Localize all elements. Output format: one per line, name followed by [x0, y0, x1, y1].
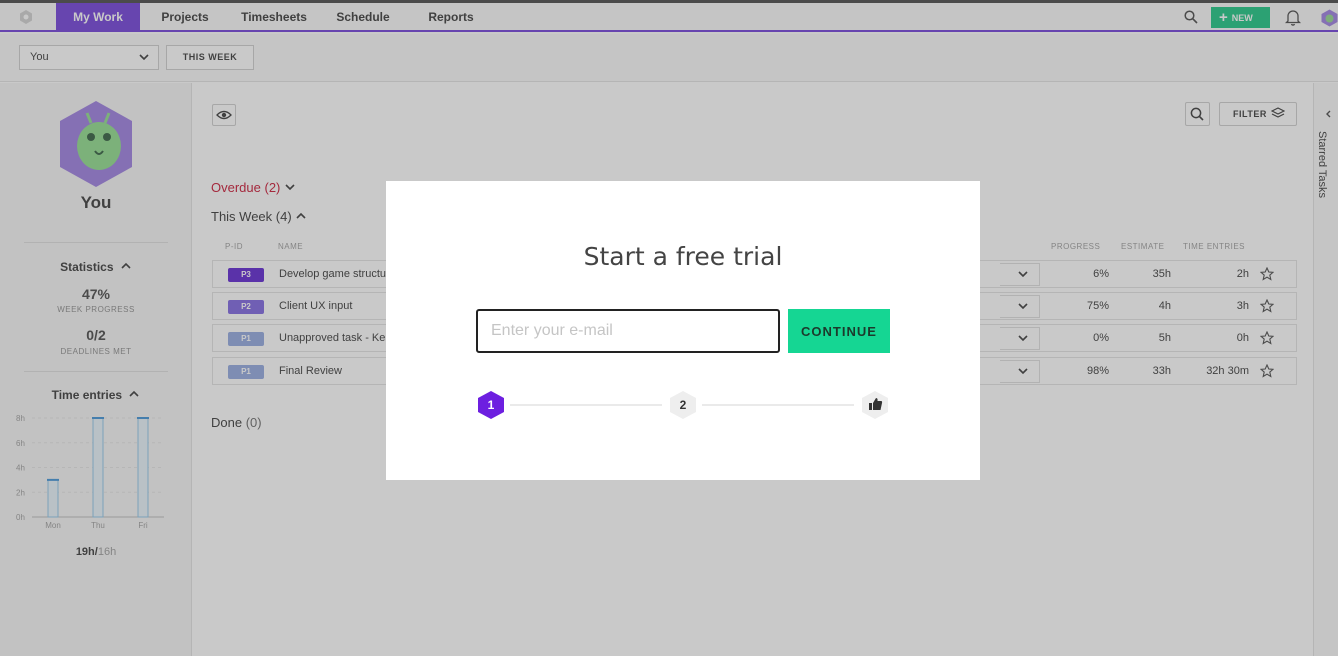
thumbs-up-icon — [862, 391, 888, 419]
email-field[interactable] — [476, 309, 780, 353]
step-2-number: 2 — [679, 398, 687, 412]
step-1-indicator: 1 — [477, 390, 505, 423]
modal-title: Start a free trial — [583, 242, 783, 271]
step-connector — [702, 404, 854, 406]
free-trial-modal: Start a free trial CONTINUE 1 2 — [386, 181, 980, 480]
step-2-indicator: 2 — [669, 390, 697, 423]
step-3-indicator — [861, 390, 889, 423]
step-1-number: 1 — [487, 398, 495, 412]
continue-button[interactable]: CONTINUE — [788, 309, 890, 353]
step-connector — [510, 404, 662, 406]
